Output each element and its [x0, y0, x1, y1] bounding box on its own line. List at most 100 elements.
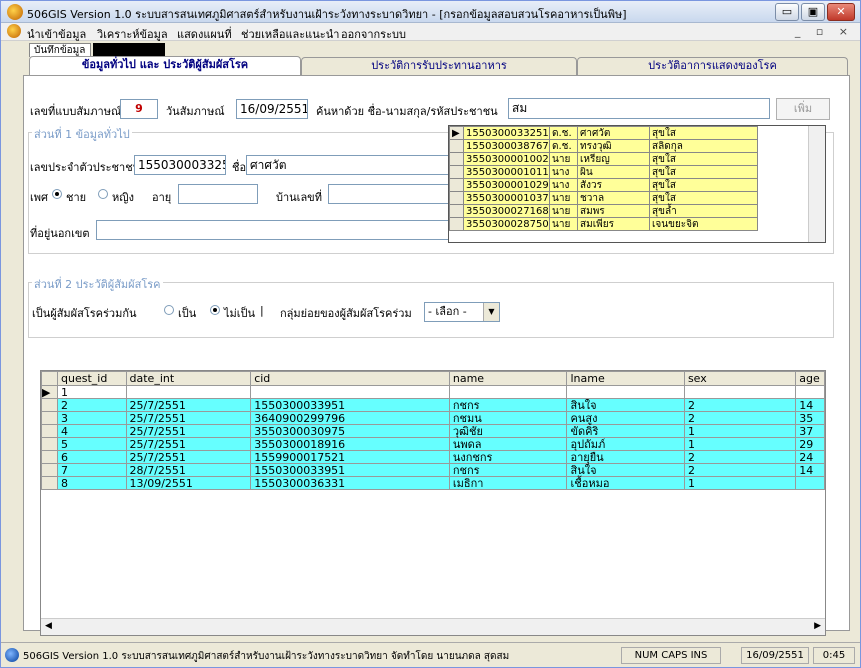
table-cell: 4: [57, 424, 127, 438]
column-header[interactable]: age: [795, 371, 825, 386]
table-cell: 25/7/2551: [125, 424, 252, 438]
row-selector[interactable]: [41, 450, 59, 464]
table-cell: 24: [795, 450, 825, 464]
lookup-row[interactable]: ▶ 1550300033251 ด.ช. ศาศวัต สุขใส: [449, 126, 758, 140]
chevron-down-icon[interactable]: ▼: [483, 303, 499, 321]
status-date: 16/09/2551: [741, 647, 809, 664]
menu-map[interactable]: แสดงแผนที่: [177, 25, 232, 43]
interview-date-field[interactable]: 16/09/2551: [236, 99, 308, 119]
lookup-row[interactable]: 3550300001011 นาง ผิน สุขใส: [449, 165, 758, 179]
lookup-cell: สังวร: [577, 178, 650, 192]
column-header[interactable]: sex: [683, 371, 797, 386]
lookup-row[interactable]: 3550300001002 นาย เหรียญ สุขใส: [449, 152, 758, 166]
lookup-cell: สุขใส: [649, 191, 758, 205]
citizen-id-field[interactable]: 155030003325: [134, 155, 226, 175]
lookup-cell: นาง: [549, 165, 578, 179]
close-button[interactable]: ✕: [827, 3, 855, 21]
subgroup-select[interactable]: - เลือก - ▼: [424, 302, 500, 322]
lookup-cell: เจนขยะจิต: [649, 217, 758, 231]
table-cell: 1550300033951: [250, 463, 450, 477]
column-header[interactable]: cid: [250, 371, 450, 386]
table-cell: 2: [683, 463, 797, 477]
lookup-row[interactable]: 1550300038767 ด.ช. ทรงวุฒิ สลิดกุล: [449, 139, 758, 153]
row-selector[interactable]: [41, 463, 59, 477]
table-row[interactable]: 5 25/7/2551 3550300018916 นพดล อุปถัมภ์ 1 29: [41, 437, 825, 451]
window-title: 506GIS Version 1.0 ระบบสารสนเทศภูมิศาสตร…: [27, 8, 627, 21]
age-field[interactable]: [178, 184, 258, 204]
tab-symptoms[interactable]: ประวัติอาการแสดงของโรค: [577, 57, 848, 75]
row-selector[interactable]: [449, 191, 464, 205]
tab-food-history[interactable]: ประวัติการรับประทานอาหาร: [301, 57, 577, 75]
search-label: ค้นหาด้วย ชื่อ-นามสกุล/รหัสประชาชน: [316, 105, 498, 118]
row-selector[interactable]: ▶: [449, 126, 464, 140]
sex-label: เพศ: [30, 191, 48, 204]
row-selector[interactable]: [41, 437, 59, 451]
table-row[interactable]: ▶ 1: [41, 385, 825, 399]
column-header[interactable]: date_int: [125, 371, 252, 386]
age-label: อายุ: [152, 191, 172, 204]
search-input[interactable]: สม: [508, 98, 770, 119]
tab-general-info[interactable]: ข้อมูลทั่วไป และ ประวัติผู้สัมผัสโรค: [29, 56, 301, 76]
table-row[interactable]: 3 25/7/2551 3640900299796 กชมน คนสูง 2 35: [41, 411, 825, 425]
status-time: 0:45: [813, 647, 855, 664]
lookup-row[interactable]: 3550300001029 นาง สังวร สุขใส: [449, 178, 758, 192]
row-selector[interactable]: [449, 152, 464, 166]
scroll-left-icon[interactable]: ◀: [45, 621, 52, 631]
child-window-icon[interactable]: [7, 24, 21, 38]
data-grid[interactable]: quest_id date_int cid name lname sex age ▶ 1 2 25…: [40, 370, 826, 636]
table-cell: 8: [57, 476, 127, 490]
sex-male-radio[interactable]: [52, 189, 62, 199]
table-cell: กชมน: [448, 411, 568, 425]
lookup-row[interactable]: 3550300028750 นาย สมเพียร เจนขยะจิต: [449, 217, 758, 231]
menu-analyze[interactable]: วิเคราะห์ข้อมูล: [97, 25, 168, 43]
table-row[interactable]: 6 25/7/2551 1559900017521 นงกชกร อายุยืน 2 24: [41, 450, 825, 464]
row-selector[interactable]: ▶: [41, 385, 59, 399]
lookup-row[interactable]: 3550300001037 นาย ชวาล สุขใส: [449, 191, 758, 205]
lookup-cell: นาย: [549, 217, 578, 231]
table-row[interactable]: 4 25/7/2551 3550300030975 วุฒิชัย ขัดคิริ 1 37: [41, 424, 825, 438]
row-selector[interactable]: [41, 411, 59, 425]
minimize-button[interactable]: ▭: [775, 3, 799, 21]
sex-female-radio[interactable]: [98, 189, 108, 199]
grid-horizontal-scrollbar[interactable]: ◀ ▶: [41, 618, 825, 635]
name-field[interactable]: ศาศวัต: [246, 155, 476, 175]
grid-corner: [41, 371, 59, 386]
column-header[interactable]: lname: [566, 371, 685, 386]
column-header[interactable]: name: [448, 371, 568, 386]
menu-help[interactable]: ช่วยเหลือและแนะนำ: [241, 25, 339, 43]
lookup-scrollbar[interactable]: [808, 126, 825, 242]
maximize-button[interactable]: ▣: [801, 3, 825, 21]
lookup-cell: ทรงวุฒิ: [577, 139, 650, 153]
scroll-right-icon[interactable]: ▶: [814, 621, 821, 631]
row-selector[interactable]: [449, 139, 464, 153]
lookup-cell: ศาศวัต: [577, 126, 650, 140]
lookup-results[interactable]: ▶ 1550300033251 ด.ช. ศาศวัต สุขใส 15503000387…: [448, 125, 826, 243]
contact-label: เป็นผู้สัมผัสโรคร่วมกัน: [32, 307, 137, 320]
menu-exit[interactable]: ออกจากระบบ: [341, 25, 406, 43]
document-tab[interactable]: บันทึกข้อมูล: [29, 43, 91, 57]
contact-yes-radio[interactable]: [164, 305, 174, 315]
table-cell: 2: [683, 411, 797, 425]
menu-import[interactable]: นำเข้าข้อมูล: [27, 25, 86, 43]
lookup-cell: 3550300001011: [463, 165, 550, 179]
table-row[interactable]: 2 25/7/2551 1550300033951 กชกร สินใจ 2 14: [41, 398, 825, 412]
status-text: 506GIS Version 1.0 ระบบสารสนเทศภูมิศาสตร…: [23, 651, 510, 662]
table-cell: 5: [57, 437, 127, 451]
contact-no-radio[interactable]: [210, 305, 220, 315]
mdi-window-controls[interactable]: _ ▫ ×: [795, 25, 854, 38]
lookup-row[interactable]: 3550300027168 นาย สมพร สุขล้ำ: [449, 204, 758, 218]
table-cell: เมธิกา: [448, 476, 568, 490]
column-header[interactable]: quest_id: [57, 371, 127, 386]
table-row[interactable]: 8 13/09/2551 1550300036331 เมธิกา เชื้อหมอ 1: [41, 476, 825, 490]
row-selector[interactable]: [41, 398, 59, 412]
row-selector[interactable]: [449, 217, 464, 231]
row-selector[interactable]: [41, 424, 59, 438]
row-selector[interactable]: [449, 204, 464, 218]
table-cell: เชื้อหมอ: [566, 476, 685, 490]
add-button[interactable]: เพิ่ม: [776, 98, 830, 120]
row-selector[interactable]: [449, 178, 464, 192]
row-selector[interactable]: [41, 476, 59, 490]
table-row[interactable]: 7 28/7/2551 1550300033951 กชกร สินใจ 2 14: [41, 463, 825, 477]
row-selector[interactable]: [449, 165, 464, 179]
interview-no-field[interactable]: 9: [120, 99, 158, 119]
